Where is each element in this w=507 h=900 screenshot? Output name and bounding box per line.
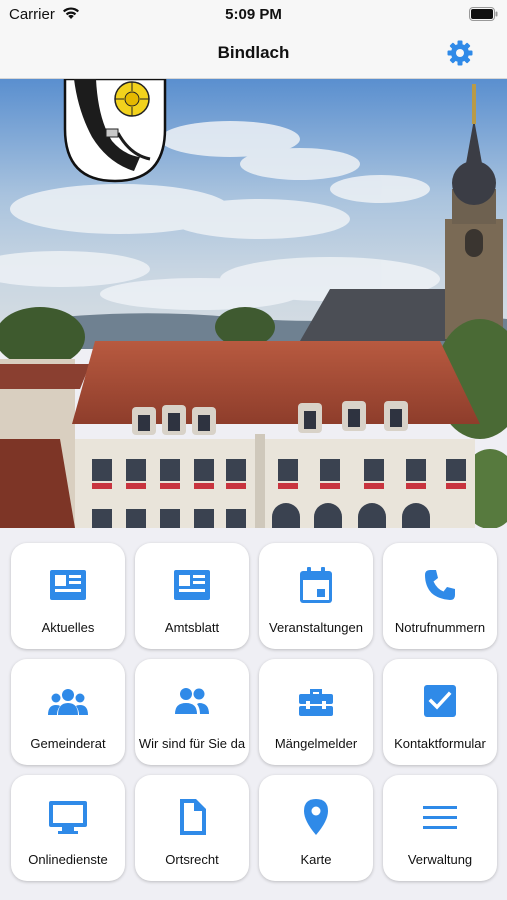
status-time: 5:09 PM [225, 6, 282, 23]
monitor-icon [49, 801, 87, 834]
tile-label: Amtsblatt [164, 620, 220, 635]
phone-icon [425, 570, 455, 600]
coat-of-arms-logo [63, 79, 167, 183]
calendar-icon [300, 567, 332, 603]
map-pin-icon [304, 799, 328, 835]
tile-ortsrecht[interactable]: Ortsrecht [135, 775, 249, 881]
tile-veranstaltungen[interactable]: Veranstaltungen [259, 543, 373, 649]
tile-label: Kontaktformular [394, 736, 486, 751]
tile-label: Karte [300, 852, 332, 867]
tile-gemeinderat[interactable]: Gemeinderat [11, 659, 125, 765]
status-bar: Carrier 5:09 PM [0, 0, 507, 28]
tile-wir-sind-fuer-sie-da[interactable]: Wir sind für Sie da [135, 659, 249, 765]
checkbox-icon [424, 685, 456, 717]
menu-grid: Aktuelles Amtsblatt Veranstaltungen Notr… [0, 528, 507, 900]
tile-label: Aktuelles [41, 620, 95, 635]
battery-icon [469, 7, 498, 21]
tile-label: Veranstaltungen [269, 620, 363, 635]
tile-label: Gemeinderat [30, 736, 106, 751]
tile-notrufnummern[interactable]: Notrufnummern [383, 543, 497, 649]
tile-label: Onlinedienste [28, 852, 108, 867]
tile-verwaltung[interactable]: Verwaltung [383, 775, 497, 881]
hero-image [0, 79, 507, 528]
tile-label: Wir sind für Sie da [138, 736, 246, 751]
tile-label: Verwaltung [407, 852, 473, 867]
tile-kontaktformular[interactable]: Kontaktformular [383, 659, 497, 765]
newspaper-icon [50, 570, 86, 600]
toolbox-icon [299, 689, 333, 716]
menu-icon [423, 806, 457, 829]
people-icon [175, 688, 209, 714]
tile-maengelmelder[interactable]: Mängelmelder [259, 659, 373, 765]
newspaper-icon [174, 570, 210, 600]
group-icon [48, 689, 88, 715]
tile-aktuelles[interactable]: Aktuelles [11, 543, 125, 649]
tile-amtsblatt[interactable]: Amtsblatt [135, 543, 249, 649]
tile-onlinedienste[interactable]: Onlinedienste [11, 775, 125, 881]
tile-label: Mängelmelder [274, 736, 358, 751]
page-title: Bindlach [217, 43, 290, 62]
document-icon [180, 799, 206, 835]
gear-icon[interactable] [446, 39, 474, 67]
tile-label: Notrufnummern [394, 620, 486, 635]
tile-karte[interactable]: Karte [259, 775, 373, 881]
tile-label: Ortsrecht [165, 852, 219, 867]
navigation-bar: Bindlach [0, 28, 507, 79]
